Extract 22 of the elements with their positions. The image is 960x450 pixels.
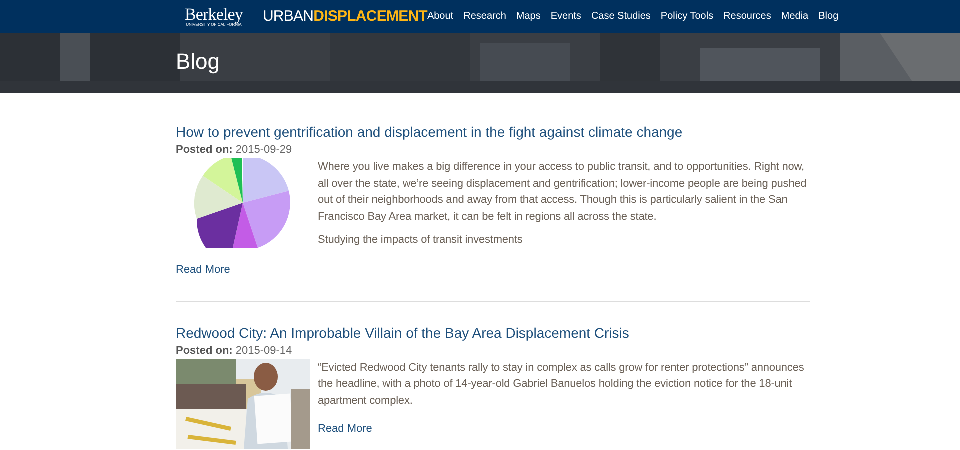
post-title-link[interactable]: Redwood City: An Improbable Villain of the Bay Area Displacement Crisis xyxy=(176,324,810,342)
post-excerpt: Studying the impacts of transit investments xyxy=(318,233,524,248)
nav-link[interactable]: Research xyxy=(464,9,506,24)
post-excerpt: Where you live makes a big difference in your access to public transit, and to opportunities. Right now, all over the state, we’re seeing displacement and gentrification; lower-income people are being pushed out of their neighborhoods and away from that access. Though this is particularly salient in the San Francisco Bay Area market, it can be felt in regions all across the state. xyxy=(318,160,808,224)
post-date: 2015-09-14 xyxy=(236,344,292,358)
read-more-link[interactable]: Read More xyxy=(318,421,372,437)
posted-on-label: Posted on: xyxy=(176,344,233,358)
post-title-link[interactable]: How to prevent gentrification and displacement in the fight against climate change xyxy=(176,123,810,141)
nav-link[interactable]: Events xyxy=(550,9,582,24)
site-logo[interactable]: URBANDISPLACEMENT xyxy=(262,9,428,24)
nav-link[interactable]: Policy Tools xyxy=(660,9,714,24)
post-date: 2015-09-29 xyxy=(236,143,292,158)
page-title: Blog xyxy=(176,48,220,76)
nav-link[interactable]: Resources xyxy=(724,9,772,24)
post-excerpt: “Evicted Redwood City tenants rally to stay in complex as calls grow for renter protections” announces the headline, with a photo of 14-year-old Gabriel Banuelos holding the eviction notice for the 18-unit apartment complex. xyxy=(318,360,806,408)
nav-link[interactable]: Media xyxy=(781,9,809,24)
nav-link[interactable]: Maps xyxy=(516,9,541,24)
nav-link[interactable]: Case Studies xyxy=(591,9,651,24)
nav-link[interactable]: Blog xyxy=(818,9,839,24)
posted-on-label: Posted on: xyxy=(176,143,233,158)
read-more-link[interactable]: Read More xyxy=(176,262,230,278)
nav-link[interactable]: About xyxy=(427,9,454,24)
